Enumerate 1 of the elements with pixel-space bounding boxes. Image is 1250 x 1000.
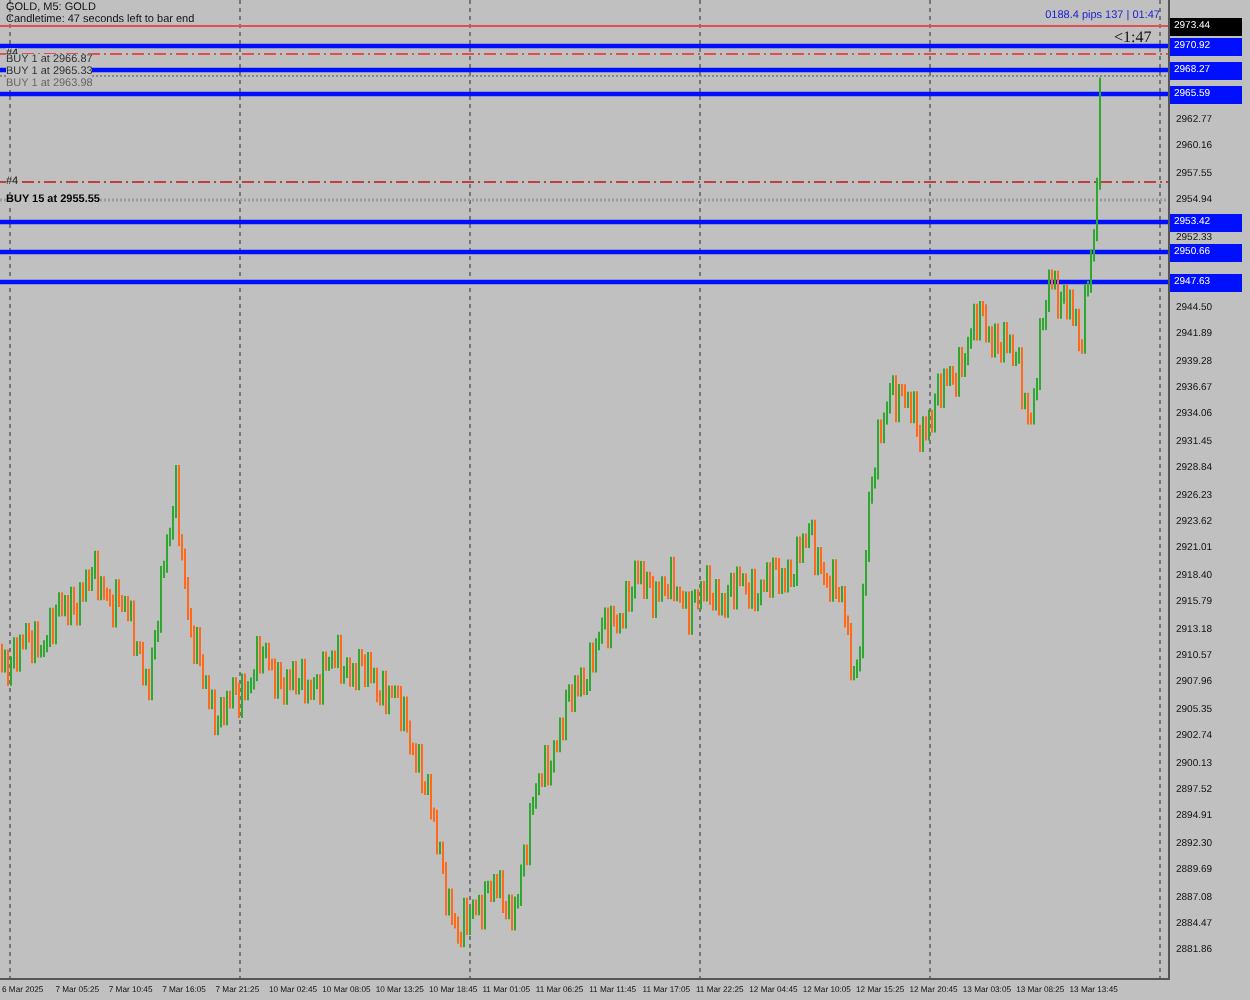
timer-label: <1:47	[1114, 28, 1152, 46]
